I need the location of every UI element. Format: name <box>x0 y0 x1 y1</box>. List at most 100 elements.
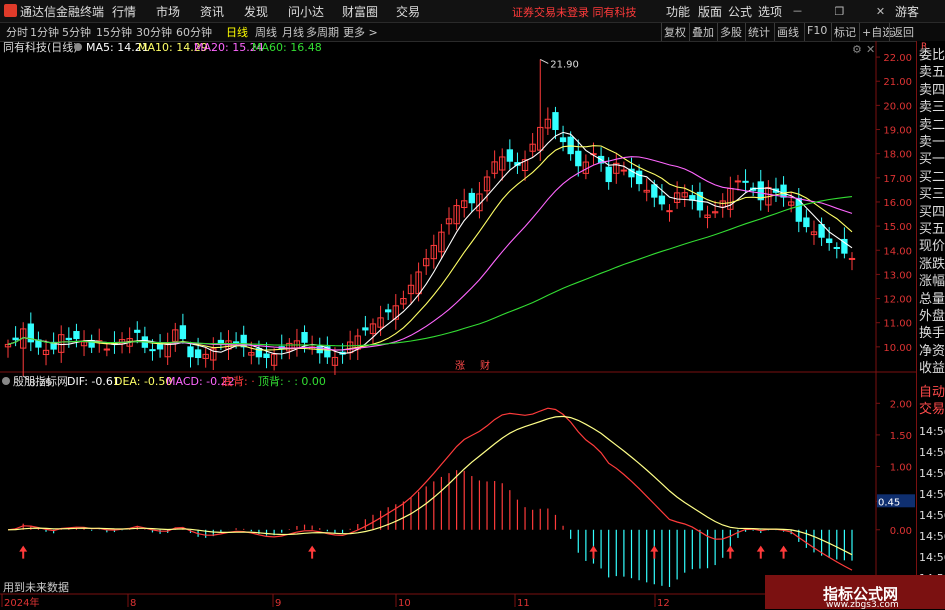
menu-wealth[interactable]: 财富圈 <box>342 3 378 20</box>
ma-legend-label: MA60: 16.48 <box>252 41 322 54</box>
period-tab[interactable]: 周线 <box>255 24 277 40</box>
menu-trade[interactable]: 交易 <box>396 3 420 20</box>
price-tick-label: 11.00 <box>883 319 912 330</box>
menu-layout[interactable]: 版面 <box>698 3 722 20</box>
chart-title: 同有科技(日线) <box>3 41 78 54</box>
period-tab[interactable]: 月线 <box>282 24 304 40</box>
chart-settings-icon: ⚙ <box>852 43 862 56</box>
side-panel-item[interactable]: 买一 <box>919 152 945 168</box>
dea-value: DEA: -0.50 <box>114 375 172 388</box>
ma5-line <box>7 131 853 355</box>
chart-tool-button[interactable]: 多股 <box>720 24 742 40</box>
side-panel-item[interactable]: 卖三 <box>919 100 945 116</box>
side-panel-item[interactable]: 净资 <box>919 344 945 360</box>
chart-options-icon <box>74 43 82 51</box>
candle-body <box>217 339 225 345</box>
trade-time: 14:56 <box>919 488 945 501</box>
price-tick-label: 17.00 <box>883 174 912 185</box>
menu-news[interactable]: 资讯 <box>200 3 224 20</box>
side-panel-item[interactable]: 收益 <box>919 361 945 377</box>
candle-body <box>194 349 202 359</box>
side-panel-item[interactable]: 换手 <box>919 326 945 342</box>
menu-function[interactable]: 功能 <box>666 3 690 20</box>
menu-quotes[interactable]: 行情 <box>112 3 136 20</box>
side-panel-item[interactable]: 涨跌 <box>919 257 945 273</box>
chart-tool-button[interactable]: F10 <box>807 24 827 37</box>
buy-signal-arrow-icon <box>19 545 28 559</box>
price-tick-label: 19.00 <box>883 126 912 137</box>
period-tab[interactable]: 1分钟 <box>30 24 59 40</box>
candle-body <box>658 195 666 205</box>
period-tab[interactable]: 多周期 <box>306 24 339 40</box>
app-logo-icon <box>4 4 17 17</box>
candle-body <box>635 170 643 185</box>
side-panel-item[interactable]: 现价 <box>919 239 945 255</box>
account-status[interactable]: 证券交易未登录 同有科技 <box>512 4 637 20</box>
chart-tool-button[interactable]: 统计 <box>748 24 770 40</box>
side-panel-item[interactable]: 买四 <box>919 205 945 221</box>
buy-signal-arrow-icon <box>589 545 598 559</box>
side-panel-item[interactable]: 涨幅 <box>919 274 945 290</box>
tool-separator <box>831 23 832 41</box>
side-panel-item[interactable]: 买三 <box>919 187 945 203</box>
candle-body <box>605 166 612 183</box>
side-panel-item[interactable]: 卖一 <box>919 135 945 151</box>
buy-signal-arrow-icon <box>650 545 659 559</box>
side-panel-mode[interactable]: 交易 <box>919 402 945 418</box>
side-panel-item[interactable]: 卖二 <box>919 118 945 134</box>
menu-ask[interactable]: 问小达 <box>288 3 324 20</box>
price-tick-label: 12.00 <box>883 295 912 306</box>
chart-tool-button[interactable]: 叠加 <box>692 24 714 40</box>
candle-body <box>552 112 559 131</box>
buy-signal-arrow-icon <box>779 545 788 559</box>
date-label: 11 <box>517 598 530 609</box>
chart-tool-button[interactable]: 标记 <box>834 24 856 40</box>
candle-body <box>179 325 187 340</box>
tool-separator <box>717 23 718 41</box>
side-panel-item[interactable]: 委比 <box>919 48 945 64</box>
price-tick-label: 10.00 <box>883 343 912 354</box>
side-panel-item[interactable]: 买五 <box>919 222 945 238</box>
kline-chart[interactable]: 22.00 21.00 20.00 19.00 18.00 17.00 16.00 15.00… <box>0 41 916 609</box>
candle-body <box>803 217 810 228</box>
menu-discover[interactable]: 发现 <box>244 3 268 20</box>
period-tab[interactable]: 更多 > <box>343 24 378 40</box>
chart-tool-button[interactable]: 复权 <box>664 24 686 40</box>
side-panel-item[interactable]: 卖四 <box>919 83 945 99</box>
guest-label[interactable]: 游客 <box>895 3 919 20</box>
price-tick-label: 22.00 <box>883 53 912 64</box>
side-panel-item[interactable]: 卖五 <box>919 65 945 81</box>
side-panel-item[interactable]: 总量 <box>919 292 945 308</box>
menu-formula[interactable]: 公式 <box>728 3 752 20</box>
trade-time: 14:56 <box>919 530 945 543</box>
chart-tool-button[interactable]: 画线 <box>777 24 799 40</box>
period-tab[interactable]: 5分钟 <box>62 24 91 40</box>
menu-options[interactable]: 选项 <box>758 3 782 20</box>
price-tick-label: 21.00 <box>883 77 912 88</box>
menu-market[interactable]: 市场 <box>156 3 180 20</box>
side-panel-mode[interactable]: 自动 <box>919 385 945 401</box>
date-label: 8 <box>130 598 136 609</box>
period-tab[interactable]: 60分钟 <box>176 24 212 40</box>
period-tab[interactable]: 日线 <box>226 24 248 40</box>
side-panel-item[interactable]: 外盘 <box>919 309 945 325</box>
macd-tick-label: 1.00 <box>890 463 912 474</box>
tool-separator <box>859 23 860 41</box>
window-controls[interactable]: － ❐ ✕ <box>792 3 899 19</box>
price-tick-label: 13.00 <box>883 270 912 281</box>
period-tab[interactable]: 分时 <box>6 24 28 40</box>
side-panel-item[interactable]: 买二 <box>919 170 945 186</box>
period-tab[interactable]: 15分钟 <box>96 24 132 40</box>
buy-signal-arrow-icon <box>308 545 317 559</box>
event-marker: 涨 <box>455 360 465 372</box>
candle-body <box>301 332 308 343</box>
period-tab[interactable]: 30分钟 <box>136 24 172 40</box>
candle-body <box>103 348 111 351</box>
chart-tool-button[interactable]: 返回 <box>892 24 914 40</box>
macd-tick-label: 1.50 <box>890 431 912 442</box>
future-data-warning: 用到未来数据 <box>3 580 69 594</box>
macd-tick-label: 0.00 <box>890 526 912 537</box>
date-label: 10 <box>398 598 411 609</box>
candle-body <box>559 137 567 143</box>
trade-time: 14:56 <box>919 551 945 564</box>
